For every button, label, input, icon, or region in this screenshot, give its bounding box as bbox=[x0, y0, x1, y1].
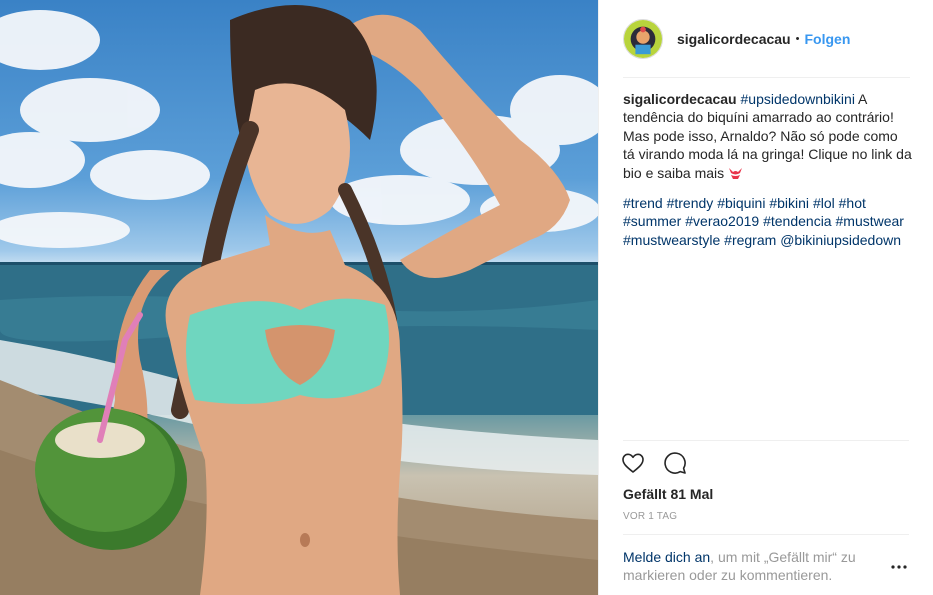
post-actions bbox=[619, 449, 689, 477]
caption-hashtag[interactable]: #mustwear bbox=[836, 213, 904, 229]
caption-hashtag[interactable]: #upsidedownbikini bbox=[741, 91, 855, 107]
caption-hashtag[interactable]: #mustwearstyle bbox=[623, 232, 720, 248]
avatar-image bbox=[624, 20, 662, 58]
post-caption: sigalicordecacau #upsidedownbikini A ten… bbox=[623, 90, 913, 249]
header-separator: • bbox=[795, 33, 800, 45]
caption-hashtag[interactable]: #trendy bbox=[667, 195, 714, 211]
caption-hashtags: #trend #trendy #biquini #bikini #lol #ho… bbox=[623, 194, 913, 249]
bikini-emoji-icon bbox=[728, 166, 743, 180]
divider bbox=[623, 440, 909, 441]
divider bbox=[623, 534, 909, 535]
header-username[interactable]: sigalicordecacau bbox=[677, 31, 791, 47]
comment-button[interactable] bbox=[661, 449, 689, 477]
caption-hashtag[interactable]: #lol bbox=[813, 195, 835, 211]
likes-count[interactable]: Gefällt 81 Mal bbox=[623, 486, 713, 502]
post-timestamp[interactable]: VOR 1 TAG bbox=[623, 511, 677, 522]
follow-button[interactable]: Folgen bbox=[804, 31, 850, 47]
comment-icon bbox=[664, 452, 686, 474]
caption-hashtag[interactable]: #biquini bbox=[717, 195, 765, 211]
avatar[interactable] bbox=[623, 19, 663, 59]
caption-hashtag[interactable]: #verao2019 bbox=[685, 213, 759, 229]
heart-icon bbox=[622, 453, 644, 473]
caption-text-block: sigalicordecacau #upsidedownbikini A ten… bbox=[623, 90, 913, 182]
login-prompt: Melde dich an, um mit „Gefällt mir“ zu m… bbox=[623, 548, 873, 585]
post-header: sigalicordecacau • Folgen bbox=[599, 0, 933, 78]
caption-hashtag[interactable]: #summer bbox=[623, 213, 681, 229]
caption-hashtag[interactable]: #hot bbox=[839, 195, 866, 211]
like-button[interactable] bbox=[619, 449, 647, 477]
caption-username[interactable]: sigalicordecacau bbox=[623, 91, 737, 107]
more-options-button[interactable] bbox=[887, 560, 911, 574]
more-options-icon bbox=[891, 565, 907, 569]
post-photo[interactable] bbox=[0, 0, 598, 595]
login-link[interactable]: Melde dich an bbox=[623, 549, 710, 565]
post: sigalicordecacau • Folgen sigalicordecac… bbox=[0, 0, 933, 595]
caption-hashtag[interactable]: #trend bbox=[623, 195, 663, 211]
beach-photo-illustration bbox=[0, 5, 598, 595]
caption-hashtag[interactable]: #bikini bbox=[769, 195, 809, 211]
caption-hashtag[interactable]: #tendencia bbox=[763, 213, 832, 229]
caption-mention[interactable]: @bikiniupsidedown bbox=[780, 232, 901, 248]
caption-hashtag[interactable]: #regram bbox=[724, 232, 776, 248]
post-side-panel: sigalicordecacau • Folgen sigalicordecac… bbox=[598, 0, 933, 595]
